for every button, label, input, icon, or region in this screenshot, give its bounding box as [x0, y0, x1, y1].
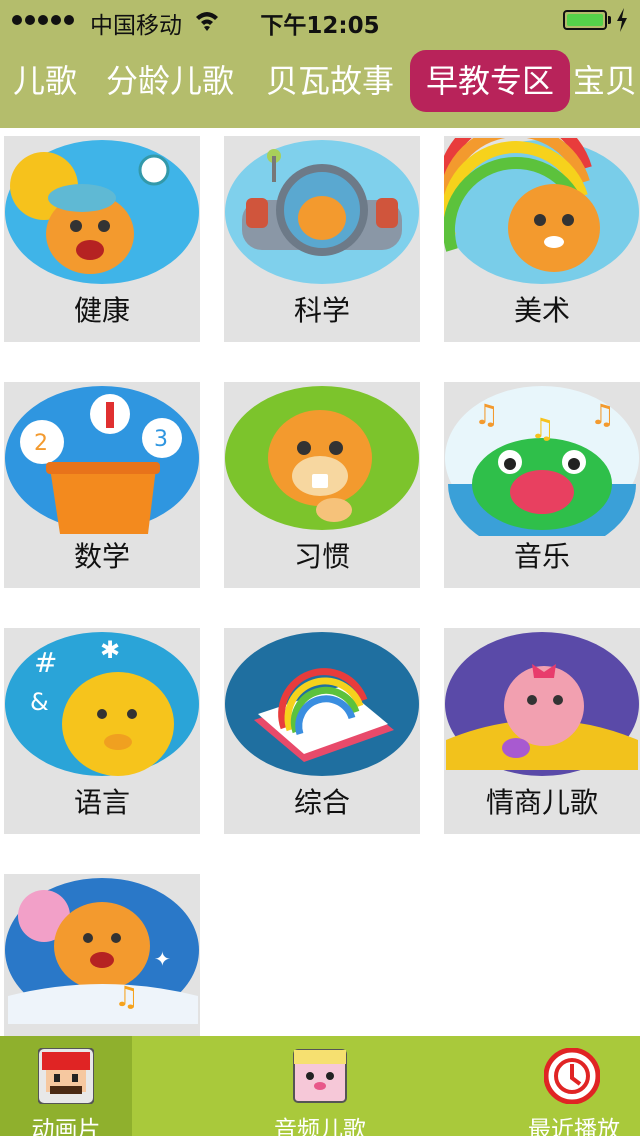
category-card-shuxue[interactable]: 2 3 数学 — [4, 382, 200, 588]
numbers-pot-icon: 2 3 — [5, 386, 199, 534]
beaver-singing-icon: ♫ ✦ — [5, 878, 199, 1024]
svg-text:♫: ♫ — [530, 412, 555, 445]
charging-icon — [617, 8, 627, 32]
tab-fenling-erge[interactable]: 分龄儿歌 — [104, 50, 236, 112]
svg-text:♫: ♫ — [474, 398, 499, 431]
tabbar-label: 最近播放 — [528, 1117, 620, 1143]
tabbar-item-donghuapian[interactable]: 动画片 — [0, 1036, 132, 1143]
tabbar-label: 音频儿歌 — [274, 1117, 366, 1143]
svg-text:3: 3 — [154, 427, 168, 452]
beaver-eating-icon — [225, 386, 419, 530]
category-label: 习惯 — [293, 540, 350, 573]
tab-beiwa-gushi[interactable]: 贝瓦故事 — [264, 50, 396, 112]
mario-icon — [38, 1048, 94, 1104]
beaver-rainbow-icon — [444, 138, 639, 284]
svg-text:✦: ✦ — [154, 947, 171, 971]
cassette-icon — [293, 1049, 347, 1103]
svg-text:✱: ✱ — [100, 636, 120, 664]
category-label: 健康 — [73, 294, 130, 327]
beaver-spaceship-icon — [225, 140, 419, 284]
tabbar-item-yinpin-erge[interactable]: 音频儿歌 — [254, 1036, 386, 1143]
category-card-zonghe[interactable]: 综合 — [224, 628, 420, 834]
battery-icon — [563, 10, 607, 30]
rainbow-book-icon — [225, 632, 419, 776]
tab-baobei[interactable]: 宝贝 — [572, 50, 638, 112]
category-card-kexue[interactable]: 科学 — [224, 136, 420, 342]
tab-zaojiao-zhuanqu[interactable]: 早教专区 — [410, 50, 570, 112]
category-card-yinyue[interactable]: ♫ ♫ ♫ 音乐 — [444, 382, 640, 588]
svg-text:♫: ♫ — [590, 398, 615, 431]
recent-clock-icon — [544, 1048, 600, 1104]
category-card-qingshang-erge[interactable]: 情商儿歌 — [444, 628, 640, 834]
svg-text:2: 2 — [34, 431, 48, 456]
music-frog-icon: ♫ ♫ ♫ — [445, 386, 639, 536]
category-label: 美术 — [513, 294, 570, 327]
category-card-jiankang[interactable]: 健康 — [4, 136, 200, 342]
svg-text:#: # — [34, 646, 57, 679]
beaver-sun-icon — [5, 140, 199, 284]
battery-cap — [608, 16, 611, 24]
category-label: 数学 — [73, 540, 130, 573]
svg-text:♫: ♫ — [114, 980, 139, 1013]
category-label: 语言 — [73, 786, 130, 819]
category-label: 科学 — [293, 294, 350, 327]
category-card-yuyan[interactable]: # ✱ & 语言 — [4, 628, 200, 834]
svg-text:&: & — [30, 688, 49, 716]
status-bar: 中国移动 下午12:05 — [0, 0, 640, 40]
category-label: 音乐 — [513, 540, 570, 573]
pink-beaver-icon — [445, 632, 639, 776]
status-time: 下午12:05 — [260, 13, 380, 39]
category-card-meishu[interactable]: 美术 — [444, 136, 640, 342]
tab-erge[interactable]: 儿歌 — [12, 50, 78, 112]
category-label: 综合 — [293, 786, 350, 819]
bottom-tab-bar: 动画片 音频儿歌 最近播放 — [0, 1036, 640, 1143]
beaver-thinking-icon: # ✱ & — [5, 632, 199, 776]
category-tabs: 儿歌 分龄儿歌 贝瓦故事 早教专区 宝贝 — [0, 40, 640, 128]
category-card-xiguan[interactable]: 习惯 — [224, 382, 420, 588]
tabbar-label: 动画片 — [31, 1117, 101, 1143]
tabbar-item-zuijin-bofang[interactable]: 最近播放 — [508, 1036, 640, 1143]
category-label: 情商儿歌 — [485, 786, 598, 819]
header: 中国移动 下午12:05 儿歌 分龄儿歌 贝瓦故事 早教专区 宝贝 — [0, 0, 640, 128]
